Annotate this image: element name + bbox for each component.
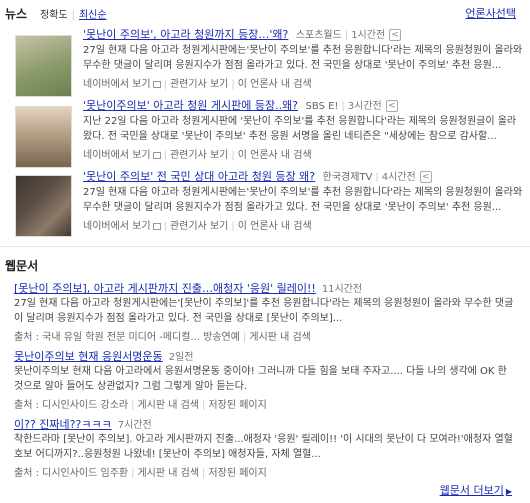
- window-icon: [152, 151, 161, 159]
- sort-recent[interactable]: 최신순: [79, 10, 107, 21]
- news-item: '못난이주의보' 아고라 청원 게시판에 등장..왜? SBS E! | 3시간전 <…: [0, 97, 530, 171]
- web-snippet: 착한드라마 [못난이 주의보]. 아고라 게시판까지 진출...애청자 '응원'…: [14, 434, 513, 460]
- cached-page-link[interactable]: 저장된 페이지: [208, 468, 266, 479]
- news-snippet: 27일 현재 다음 아고라 청원게시판에는'못난이 주의보'를 추천 응원합니다…: [83, 187, 523, 213]
- web-time: 2일전: [168, 352, 194, 363]
- share-icon[interactable]: <: [389, 29, 402, 41]
- web-meta: 출처 : 디시인사이드 임주환 | 게시판 내 검색 | 저장된 페이지: [14, 468, 267, 479]
- headline-row: '못난이 주의보' 전 국민 상대 아고라 청원 등장 왜? 한국경제TV | 4시…: [83, 168, 432, 184]
- news-meta: 네이버에서 보기 | 관련기사 보기 | 이 언론사 내 검색: [83, 221, 312, 232]
- web-item-head: 이?? 진짜네??ㅋㅋㅋ 7시간전: [14, 416, 152, 432]
- web-item-head: 못난이주의보 현재 응원서명운동 2일전: [14, 348, 193, 364]
- related-articles-link[interactable]: 관련기사 보기: [170, 221, 228, 232]
- share-icon[interactable]: <: [385, 100, 398, 112]
- view-on-naver-link[interactable]: 네이버에서 보기: [83, 150, 151, 161]
- press-search-link[interactable]: 이 언론사 내 검색: [238, 150, 312, 161]
- news-thumbnail[interactable]: [15, 175, 72, 237]
- sort-options: 정확도 | 최신순: [40, 10, 107, 21]
- board-search-link[interactable]: 게시판 내 검색: [137, 400, 199, 411]
- news-thumbnail[interactable]: [15, 106, 72, 168]
- news-snippet: 지난 22일 다음 아고라 청원게시판에 '못난이 주의보'를 추천 응원합니다…: [83, 116, 517, 142]
- view-on-naver-link[interactable]: 네이버에서 보기: [83, 221, 151, 232]
- board-search-link[interactable]: 게시판 내 검색: [249, 332, 311, 343]
- board-search-link[interactable]: 게시판 내 검색: [137, 468, 199, 479]
- web-title-link[interactable]: 못난이주의보 현재 응원서명운동: [14, 350, 163, 363]
- news-time: 1시간전: [351, 30, 386, 41]
- news-thumbnail[interactable]: [15, 35, 72, 97]
- web-source: 출처 : 국내 유일 학원 전문 미디어 -메디컬... 방송연예: [14, 332, 240, 343]
- web-snippet: 못난이주의보 현재 다음 아고라에서 응원서명운동 중이야! 그러니까 다들 힘…: [14, 366, 507, 392]
- press-search-link[interactable]: 이 언론사 내 검색: [238, 79, 312, 90]
- related-articles-link[interactable]: 관련기사 보기: [170, 150, 228, 161]
- press-name: SBS E!: [305, 101, 339, 112]
- web-snippet: 27일 현재 다음 아고라 청원게시판에는'[못난이 주의보]'를 추천 응원합…: [14, 298, 514, 324]
- share-icon[interactable]: <: [419, 171, 432, 183]
- web-time: 7시간전: [117, 420, 152, 431]
- news-item: '못난이 주의보', 아고라 청원까지 등장…'왜? 스포츠월드 | 1시간전 < 2…: [0, 26, 530, 100]
- press-name: 스포츠월드: [295, 30, 342, 41]
- press-select-link[interactable]: 언론사선택: [465, 5, 516, 21]
- arrow-right-icon: ▶: [505, 487, 512, 496]
- news-headline[interactable]: '못난이주의보' 아고라 청원 게시판에 등장..왜?: [83, 99, 298, 112]
- view-on-naver-link[interactable]: 네이버에서 보기: [83, 79, 151, 90]
- web-section-title: 웹문서: [5, 259, 39, 273]
- news-section-title: 뉴스: [5, 7, 28, 21]
- web-meta: 출처 : 국내 유일 학원 전문 미디어 -메디컬... 방송연예 | 게시판 내 …: [14, 332, 311, 343]
- news-meta: 네이버에서 보기 | 관련기사 보기 | 이 언론사 내 검색: [83, 79, 312, 90]
- web-more-link[interactable]: 웹문서 더보기 ▶: [440, 482, 512, 498]
- related-articles-link[interactable]: 관련기사 보기: [170, 79, 228, 90]
- news-item: '못난이 주의보' 전 국민 상대 아고라 청원 등장 왜? 한국경제TV | 4시…: [0, 168, 530, 242]
- news-headline[interactable]: '못난이 주의보' 전 국민 상대 아고라 청원 등장 왜?: [83, 170, 315, 183]
- news-section-header: 뉴스 정확도 | 최신순 언론사선택: [0, 0, 530, 24]
- news-time: 4시간전: [381, 172, 416, 183]
- section-divider: [0, 246, 530, 247]
- headline-row: '못난이 주의보', 아고라 청원까지 등장…'왜? 스포츠월드 | 1시간전 <: [83, 26, 402, 42]
- news-time: 3시간전: [347, 101, 382, 112]
- web-title-link[interactable]: [못난이 주의보], 아고라 게시판까지 진출…애청자 '응원' 릴레이!!: [14, 282, 316, 295]
- sort-accuracy[interactable]: 정확도: [40, 10, 68, 21]
- web-item-head: [못난이 주의보], 아고라 게시판까지 진출…애청자 '응원' 릴레이!! 11…: [14, 280, 362, 296]
- news-snippet: 27일 현재 다음 아고라 청원게시판에는'못난이 주의보'를 추천 응원합니다…: [83, 45, 523, 71]
- web-title-link[interactable]: 이?? 진짜네??ㅋㅋㅋ: [14, 418, 112, 431]
- web-more-label: 웹문서 더보기: [439, 484, 504, 497]
- cached-page-link[interactable]: 저장된 페이지: [208, 400, 266, 411]
- web-time: 11시간전: [321, 284, 363, 295]
- news-meta: 네이버에서 보기 | 관련기사 보기 | 이 언론사 내 검색: [83, 150, 312, 161]
- press-search-link[interactable]: 이 언론사 내 검색: [238, 221, 312, 232]
- headline-row: '못난이주의보' 아고라 청원 게시판에 등장..왜? SBS E! | 3시간전 <: [83, 97, 398, 113]
- web-source: 출처 : 디시인사이드 임주환: [14, 468, 129, 479]
- press-name: 한국경제TV: [322, 172, 373, 183]
- window-icon: [152, 80, 161, 88]
- web-meta: 출처 : 디시인사이드 강소라 | 게시판 내 검색 | 저장된 페이지: [14, 400, 267, 411]
- web-source: 출처 : 디시인사이드 강소라: [14, 400, 129, 411]
- window-icon: [152, 222, 161, 230]
- news-headline[interactable]: '못난이 주의보', 아고라 청원까지 등장…'왜?: [83, 28, 288, 41]
